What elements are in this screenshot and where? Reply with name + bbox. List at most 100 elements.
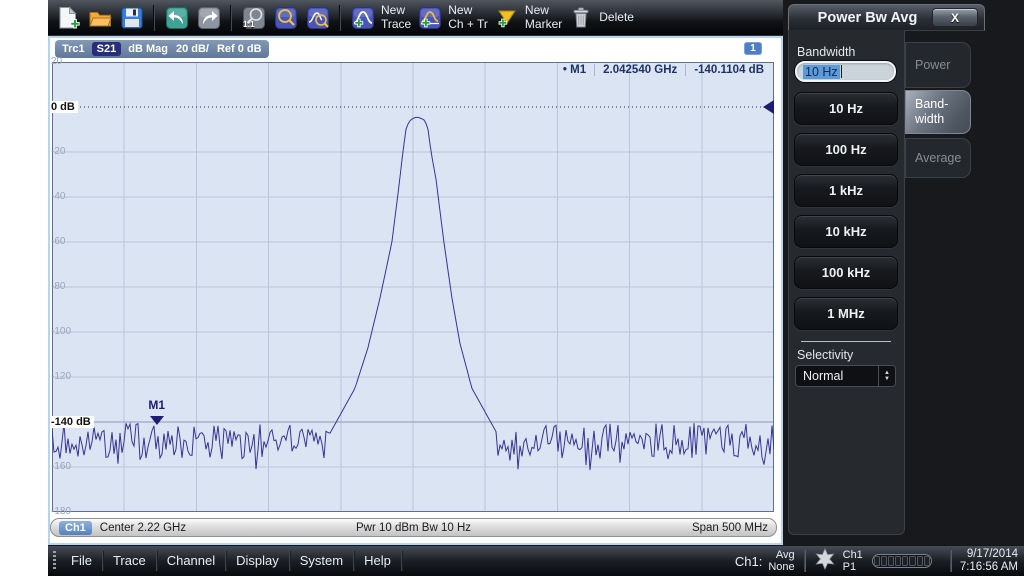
- new-marker-button[interactable]: New Marker: [491, 2, 565, 32]
- text-caret: [841, 65, 842, 78]
- selectivity-label: Selectivity: [797, 348, 853, 362]
- diagram-area: Trc1 S21 dB Mag 20 dB/ Ref 0 dB 1 M1 • M…: [48, 36, 783, 545]
- dialog-title: Power Bw Avg: [803, 10, 932, 26]
- channel-span[interactable]: Span 500 MHz: [471, 522, 768, 534]
- redo-button[interactable]: [193, 3, 225, 33]
- marker-readout-name: • M1: [555, 64, 594, 76]
- redo-icon: [196, 5, 222, 31]
- delete-button[interactable]: Delete: [565, 3, 637, 33]
- gauge-segment: [902, 556, 908, 566]
- zoom-1-1-button[interactable]: 1:1: [238, 3, 270, 33]
- channel-center-frequency[interactable]: Center 2.22 GHz: [100, 522, 186, 534]
- plot-area: M1: [52, 62, 774, 512]
- new-trace-label: New Trace: [381, 4, 411, 30]
- softkey-100hz[interactable]: 100 Hz: [794, 133, 898, 166]
- spinner-icon[interactable]: ▲ ▼: [878, 366, 895, 386]
- zoom-select-button[interactable]: [270, 3, 302, 33]
- selectivity-value: Normal: [796, 369, 878, 383]
- status-separator: [804, 550, 805, 572]
- y-axis-tick-label: 0 dB: [51, 101, 78, 113]
- channel-bar: Ch1 Center 2.22 GHz Pwr 10 dBm Bw 10 Hz …: [50, 518, 777, 537]
- softkey-100khz[interactable]: 100 kHz: [794, 256, 898, 289]
- diagram-number-badge: 1: [744, 42, 762, 55]
- y-axis-tick-label: -100: [51, 326, 71, 337]
- bottom-bar: File Trace Channel Display System Help C…: [48, 545, 1024, 576]
- softkey-1mhz[interactable]: 1 MHz: [794, 297, 898, 330]
- open-file-button[interactable]: [84, 3, 116, 33]
- new-trace-icon: [350, 5, 376, 31]
- new-document-icon: [55, 5, 81, 31]
- status-sweep-channel: Ch1 P1: [843, 549, 863, 573]
- plot-grid: [52, 62, 774, 512]
- tab-power[interactable]: Power: [905, 42, 971, 88]
- channel-power-bandwidth[interactable]: Pwr 10 dBm Bw 10 Hz: [356, 522, 471, 534]
- marker-m1-label: M1: [146, 399, 168, 412]
- delete-label: Delete: [599, 11, 634, 24]
- close-button[interactable]: X: [932, 8, 978, 27]
- status-date: 9/17/2014: [967, 548, 1018, 560]
- menu-help[interactable]: Help: [354, 551, 402, 571]
- menu-display[interactable]: Display: [226, 551, 290, 571]
- selectivity-select[interactable]: Normal ▲ ▼: [795, 365, 896, 387]
- gauge-segment: [917, 556, 923, 566]
- toolbar-separator: [231, 5, 232, 31]
- channel-badge[interactable]: Ch1: [59, 521, 92, 535]
- gauge-segment: [924, 556, 930, 566]
- y-axis-tick-label: -160: [51, 461, 71, 472]
- sweep-progress-gauge: [872, 554, 932, 568]
- reference-level-arrow[interactable]: [763, 100, 774, 114]
- y-axis-tick-label: 20: [51, 56, 62, 67]
- tab-bandwidth[interactable]: Band- width: [905, 90, 971, 134]
- bandwidth-input[interactable]: 10 Hz: [795, 61, 896, 82]
- softtool-dock: Power Bw Avg X Bandwidth 10 Hz 10 Hz 100…: [783, 0, 1024, 545]
- gauge-segment: [888, 556, 894, 566]
- save-button[interactable]: [116, 3, 148, 33]
- new-trace-button[interactable]: New Trace: [347, 2, 414, 32]
- trace-name: Trc1: [58, 43, 89, 55]
- menu-system[interactable]: System: [290, 551, 354, 571]
- gauge-segment: [895, 556, 901, 566]
- trace-ref: Ref 0 dB: [213, 43, 266, 55]
- marker-m1[interactable]: M1: [146, 399, 168, 430]
- softkey-1khz[interactable]: 1 kHz: [794, 174, 898, 207]
- tab-average[interactable]: Average: [905, 138, 971, 178]
- trace-badge[interactable]: Trc1 S21 dB Mag 20 dB/ Ref 0 dB: [55, 40, 269, 58]
- new-marker-icon: [494, 5, 520, 31]
- undo-icon: [164, 5, 190, 31]
- trace-parameter: S21: [92, 42, 122, 56]
- zoom-trace-button[interactable]: [302, 3, 334, 33]
- undo-button[interactable]: [161, 3, 193, 33]
- marker-readout-frequency: 2.042540 GHz: [594, 64, 685, 76]
- y-axis-tick-label: -140 dB: [51, 416, 94, 428]
- dialog-body: Bandwidth 10 Hz 10 Hz 100 Hz 1 kHz 10 kH…: [788, 30, 905, 535]
- status-average: Avg None: [768, 549, 794, 573]
- menu-file[interactable]: File: [61, 551, 103, 571]
- menu-grip-handle[interactable]: [53, 551, 56, 571]
- system-messages-star-icon[interactable]: [814, 548, 836, 575]
- menu-channel[interactable]: Channel: [157, 551, 226, 571]
- y-axis-tick-label: -20: [51, 146, 65, 157]
- dialog-divider: [801, 341, 891, 342]
- bandwidth-label: Bandwidth: [797, 45, 855, 59]
- new-channel-trace-button[interactable]: New Ch + Tr: [414, 2, 491, 32]
- trash-icon: [568, 5, 594, 31]
- recall-set-button[interactable]: [52, 3, 84, 33]
- gauge-segment: [881, 556, 887, 566]
- new-channel-trace-label: New Ch + Tr: [448, 4, 488, 30]
- menu-trace[interactable]: Trace: [103, 551, 157, 571]
- trace-scale: 20 dB/: [172, 43, 213, 55]
- dialog-titlebar[interactable]: Power Bw Avg X: [788, 4, 985, 31]
- marker-readout-level: -140.1104 dB: [685, 64, 772, 76]
- zoom-ratio-label: 1:1: [243, 21, 255, 30]
- new-channel-trace-icon: [417, 5, 443, 31]
- marker-readout: • M1 2.042540 GHz -140.1104 dB: [555, 61, 772, 78]
- toolbar-separator: [154, 5, 155, 31]
- softkey-10hz[interactable]: 10 Hz: [794, 92, 898, 125]
- status-datetime: 9/17/2014 7:16:56 AM: [960, 548, 1018, 574]
- softkey-10khz[interactable]: 10 kHz: [794, 215, 898, 248]
- status-separator: [950, 550, 951, 572]
- y-axis-tick-label: -40: [51, 191, 65, 202]
- status-time: 7:16:56 AM: [960, 561, 1018, 573]
- zoom-trace-icon: [305, 5, 331, 31]
- zoom-1-1-icon: 1:1: [241, 5, 267, 31]
